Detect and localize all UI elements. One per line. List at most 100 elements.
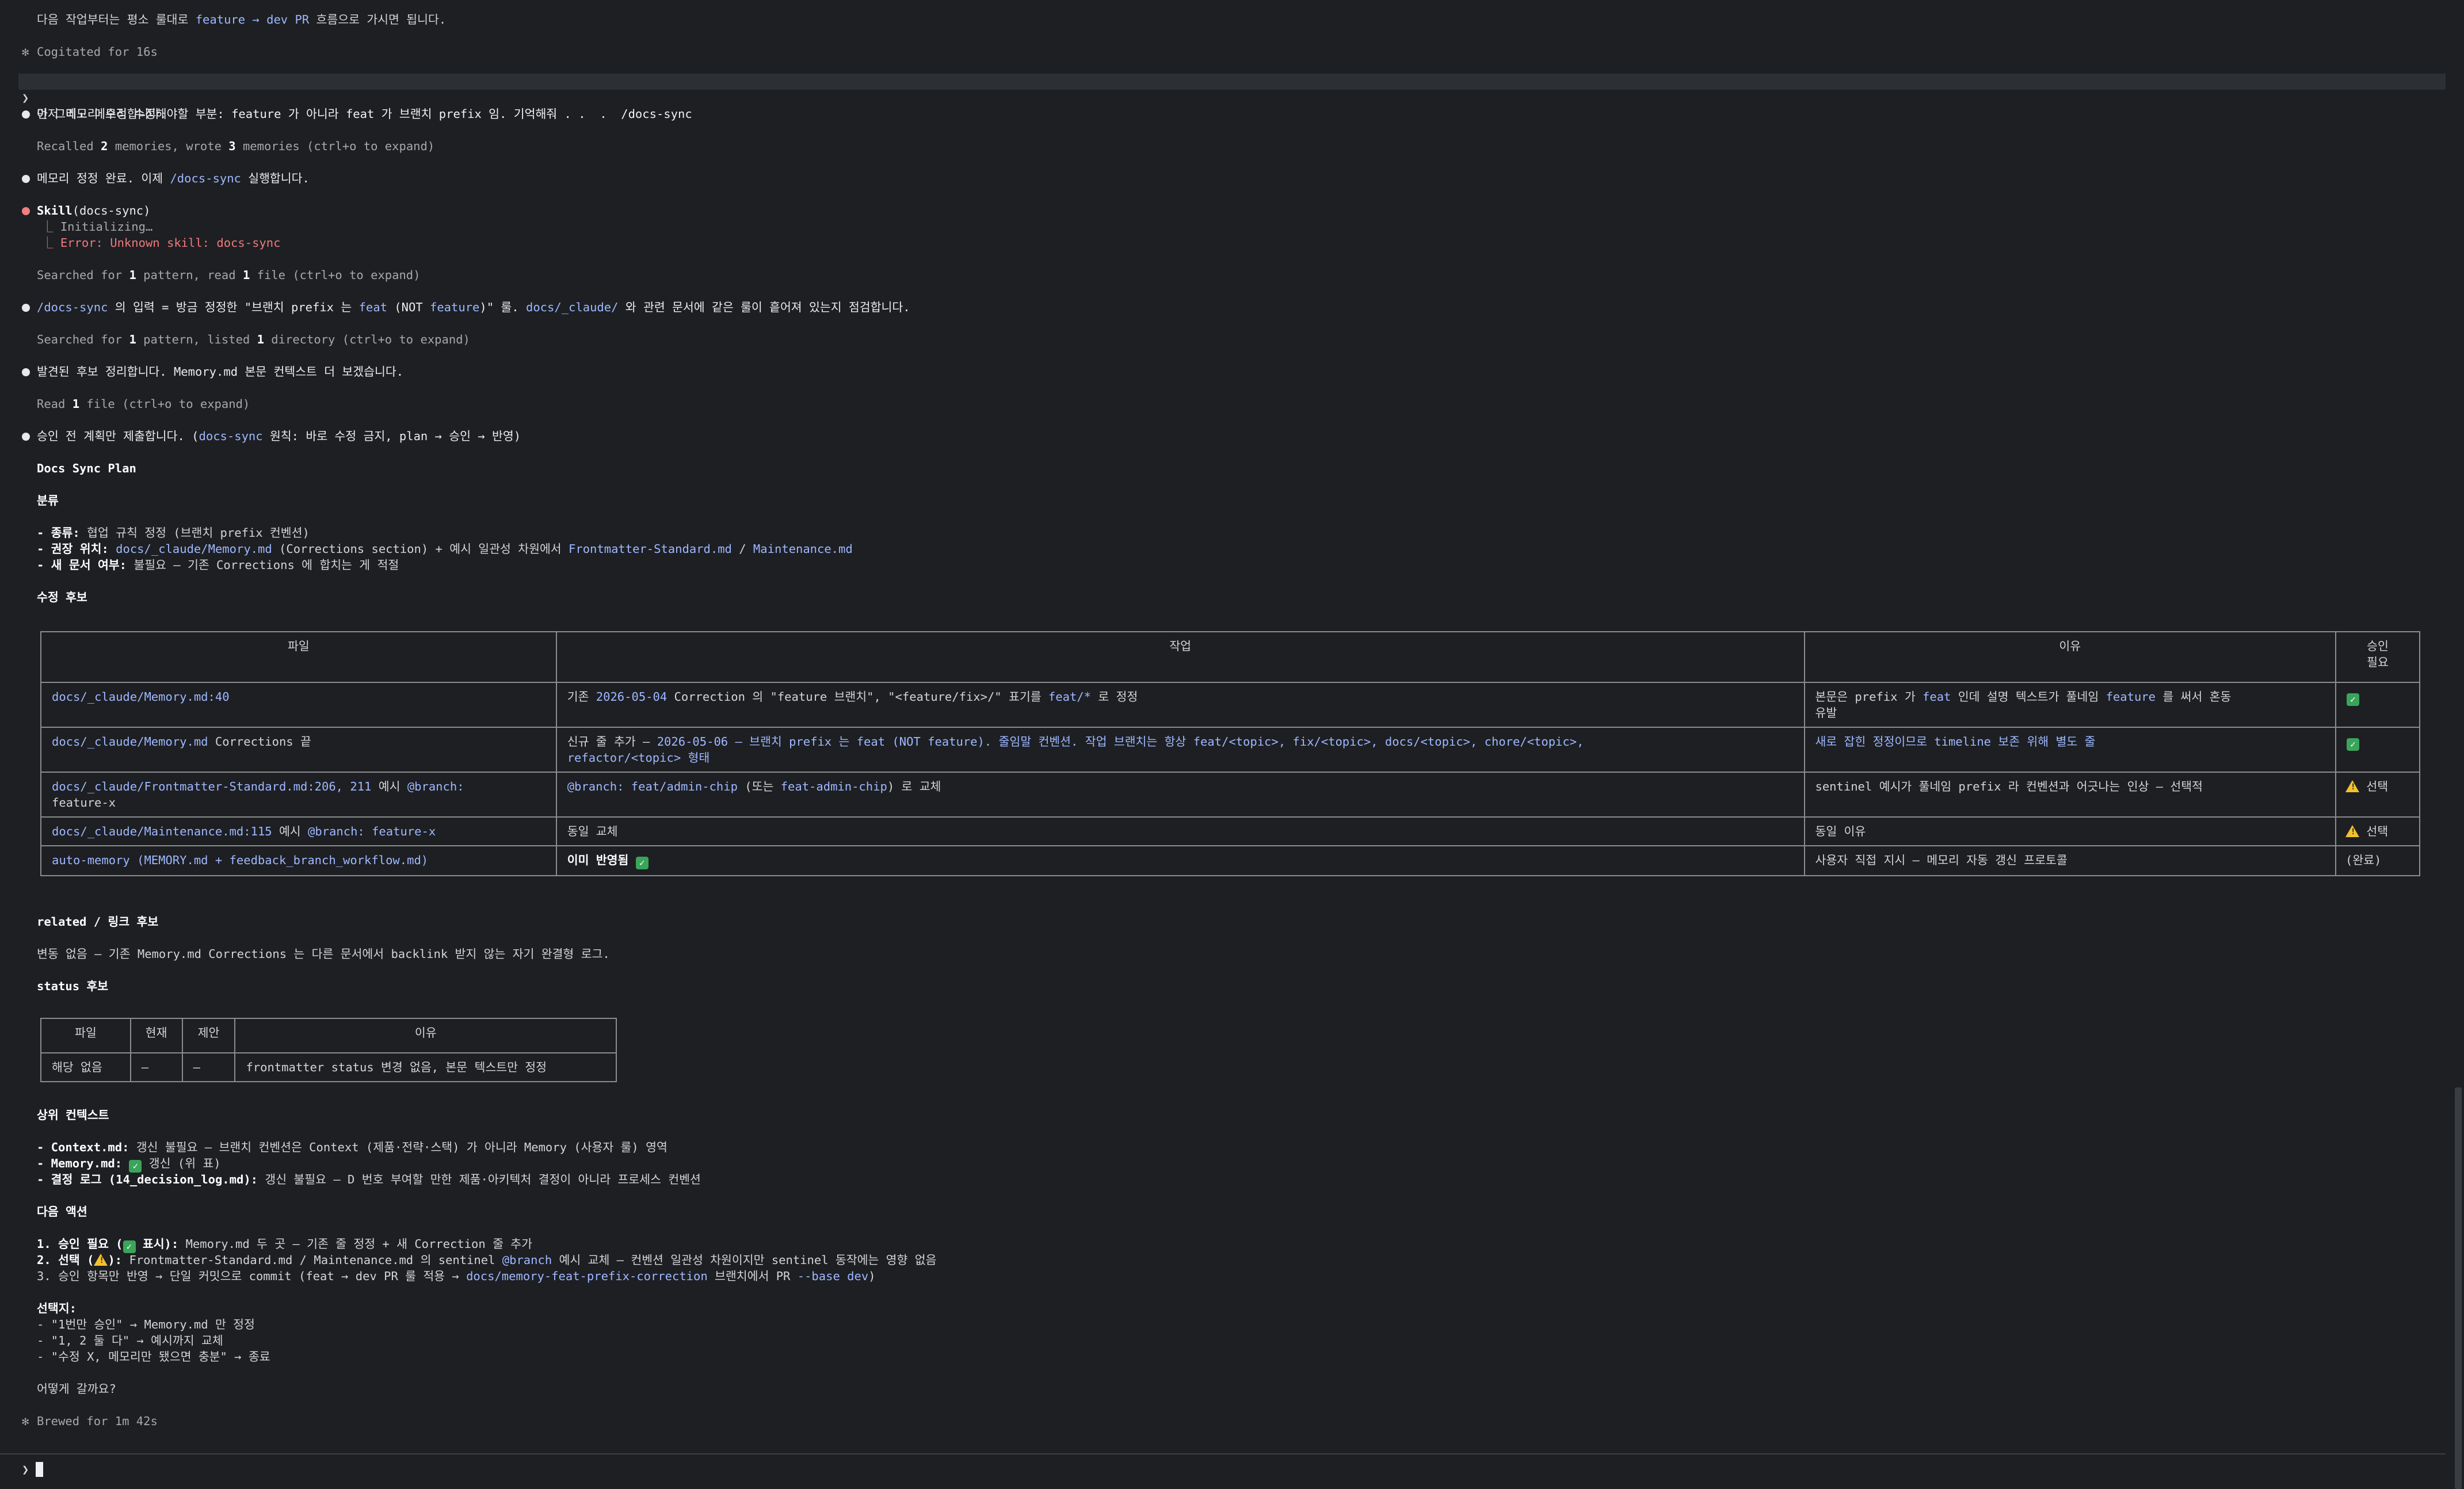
cell-task: 신규 줄 추가 — 2026-05-06 — 브랜치 prefix 는 feat… (555, 727, 1805, 773)
tool-summary[interactable]: Recalled 2 memories, wrote 3 memories (c… (37, 138, 434, 154)
cell-approval: 선택 (2335, 816, 2420, 846)
tool-summary[interactable]: Searched for 1 pattern, listed 1 directo… (37, 331, 470, 348)
cell-task: 기존 2026-05-04 Correction 의 "feature 브랜치"… (555, 682, 1805, 728)
warning-icon (94, 1254, 108, 1266)
table-header-row: 파일 현재 제안 이유 (40, 1018, 617, 1053)
table-row: 해당 없음 — — frontmatter status 변경 없음, 본문 텍… (40, 1052, 617, 1082)
choice-item: - "1번만 승인" → Memory.md 만 정정 (37, 1318, 255, 1331)
next-action: 3. 승인 항목만 반영 → 단일 커밋으로 commit (feat → de… (37, 1269, 876, 1283)
assistant-message: 먼저 메모리 수정합니다. (37, 107, 167, 121)
cell-task: @branch: feat/admin-chip (또는 feat-admin-… (555, 772, 1805, 818)
cell-file: docs/_claude/Frontmatter-Standard.md:206… (40, 772, 557, 818)
column-header: 파일 (40, 1018, 131, 1053)
skill-error: ⎿ Error: Unknown skill: docs-sync (41, 236, 281, 250)
input-divider (0, 1453, 2446, 1454)
user-prompt-row[interactable]: ❯ 아 그리고 메모리 수정해야할 부분: feature 가 아니라 feat… (18, 74, 2446, 121)
cell-reason: 본문은 prefix 가 feat 인데 설명 텍스트가 풀네임 feature… (1803, 682, 2336, 728)
status-table: 파일 현재 제안 이유 해당 없음 — — frontmatter status… (40, 1018, 617, 1082)
classify-location: - 권장 위치: docs/_claude/Memory.md (Correct… (37, 542, 853, 556)
section-heading: related / 링크 후보 (37, 915, 159, 929)
question: 어떻게 갈까요? (37, 1382, 116, 1396)
table-row: docs/_claude/Frontmatter-Standard.md:206… (40, 772, 2420, 818)
cogitated-status: Cogitated for 16s (37, 45, 158, 59)
plan-title: Docs Sync Plan (37, 461, 136, 475)
table-row: docs/_claude/Memory.md Corrections 끝 신규 … (40, 727, 2420, 773)
column-header: 제안 (181, 1018, 236, 1053)
cell-file: 해당 없음 (40, 1052, 131, 1082)
skill-call: Skill(docs-sync) (37, 204, 151, 217)
assistant-message: 승인 전 계획만 제출합니다. (docs-sync 원칙: 바로 수정 금지,… (37, 429, 521, 443)
context-line: - 결정 로그 (14_decision_log.md): 갱신 불필요 — D… (37, 1173, 701, 1186)
text-cursor (36, 1462, 44, 1477)
column-header: 현재 (129, 1018, 183, 1053)
table-header-row: 파일 작업 이유 승인 필요 (40, 631, 2420, 683)
choices-title: 선택지: (37, 1301, 77, 1315)
cell-approval: (완료) (2335, 845, 2420, 876)
bullet-icon (22, 304, 30, 312)
bullet-icon (22, 368, 30, 376)
cell-approval: ✓ (2335, 682, 2420, 728)
column-header: 파일 (40, 631, 557, 683)
section-heading: 다음 액션 (37, 1205, 87, 1219)
cell-reason: 동일 이유 (1803, 816, 2336, 846)
sparkle-icon: ✻ (22, 45, 29, 59)
tool-summary[interactable]: Searched for 1 pattern, read 1 file (ctr… (37, 267, 421, 283)
table-row: auto-memory (MEMORY.md + feedback_branch… (40, 845, 2420, 876)
assistant-message: 메모리 정정 완료. 이제 /docs-sync 실행합니다. (37, 171, 310, 185)
bullet-icon (22, 110, 30, 119)
assistant-message: /docs-sync 의 입력 = 방금 정정한 "브랜치 prefix 는 f… (37, 300, 910, 314)
terminal-transcript: 다음 작업부터는 평소 룰대로 feature → dev PR 흐름으로 가시… (0, 0, 2446, 1489)
cell-task: 동일 교체 (555, 816, 1805, 846)
cell-proposed: — (181, 1052, 236, 1082)
cell-reason: frontmatter status 변경 없음, 본문 텍스트만 정정 (234, 1052, 617, 1082)
scrollbar-thumb[interactable] (2455, 1087, 2462, 1489)
cell-file: docs/_claude/Memory.md:40 (40, 682, 557, 728)
related-text: 변동 없음 — 기존 Memory.md Corrections 는 다른 문서… (37, 947, 610, 961)
cell-approval: ✓ (2335, 727, 2420, 773)
prompt-chevron-icon: ❯ (22, 91, 29, 105)
next-action: 2. 선택 (): Frontmatter-Standard.md / Main… (37, 1252, 936, 1268)
section-heading: 분류 (37, 494, 59, 507)
intro-line: 다음 작업부터는 평소 룰대로 feature → dev PR 흐름으로 가시… (37, 13, 447, 26)
brewed-status: Brewed for 1m 42s (37, 1414, 158, 1428)
error-bullet-icon (22, 207, 30, 215)
cell-reason: 사용자 직접 지시 — 메모리 자동 갱신 프로토콜 (1803, 845, 2336, 876)
bullet-icon (22, 175, 30, 183)
next-action: 1. 승인 필요 (✓ 표시): Memory.md 두 곳 — 기존 줄 정정… (37, 1237, 532, 1253)
table-row: docs/_claude/Maintenance.md:115 예시 @bran… (40, 816, 2420, 846)
warning-icon (2345, 780, 2359, 792)
column-header: 승인 필요 (2335, 631, 2420, 683)
classify-kind: - 종류: 협업 규칙 정정 (브랜치 prefix 컨벤션) (37, 526, 310, 540)
check-icon: ✓ (2347, 693, 2359, 706)
candidates-table: 파일 작업 이유 승인 필요 docs/_claude/Memory.md:40… (40, 631, 2420, 876)
prompt-chevron-icon: ❯ (22, 1463, 29, 1476)
context-line: - Memory.md: ✓ 갱신 (위 표) (37, 1156, 221, 1173)
classify-new-doc: - 새 문서 여부: 불필요 — 기존 Corrections 에 합치는 게 … (37, 558, 399, 572)
section-heading: 상위 컨텍스트 (37, 1108, 109, 1122)
check-icon: ✓ (2347, 738, 2359, 751)
check-icon: ✓ (123, 1240, 136, 1253)
column-header: 이유 (1803, 631, 2336, 683)
tool-summary[interactable]: Read 1 file (ctrl+o to expand) (37, 396, 250, 412)
choice-item: - "1, 2 둘 다" → 예시까지 교체 (37, 1334, 223, 1347)
column-header: 작업 (555, 631, 1805, 683)
check-icon: ✓ (635, 857, 649, 869)
cell-task: 이미 반영됨 ✓ (555, 845, 1805, 876)
context-line: - Context.md: 갱신 불필요 — 브랜치 컨벤션은 Context … (37, 1140, 668, 1154)
cell-reason: 새로 잡힌 정정이므로 timeline 보존 위해 별도 줄 (1803, 727, 2336, 773)
cell-file: auto-memory (MEMORY.md + feedback_branch… (40, 845, 557, 876)
warning-icon (2345, 825, 2359, 837)
prompt-input[interactable]: ❯ (22, 1461, 44, 1477)
cell-reason: sentinel 예시가 풀네임 prefix 라 컨벤션과 어긋나는 인상 —… (1803, 772, 2336, 818)
section-heading: 수정 후보 (37, 590, 87, 604)
cell-file: docs/_claude/Maintenance.md:115 예시 @bran… (40, 816, 557, 846)
column-header: 이유 (234, 1018, 617, 1053)
bullet-icon (22, 433, 30, 441)
skill-initializing: ⎿ Initializing… (41, 220, 153, 234)
cell-current: — (129, 1052, 183, 1082)
choice-item: - "수정 X, 메모리만 됐으면 충분" → 종료 (37, 1350, 270, 1364)
cell-approval: 선택 (2335, 772, 2420, 818)
sparkle-icon: ✻ (22, 1414, 29, 1428)
check-icon: ✓ (129, 1160, 142, 1173)
cell-file: docs/_claude/Memory.md Corrections 끝 (40, 727, 557, 773)
